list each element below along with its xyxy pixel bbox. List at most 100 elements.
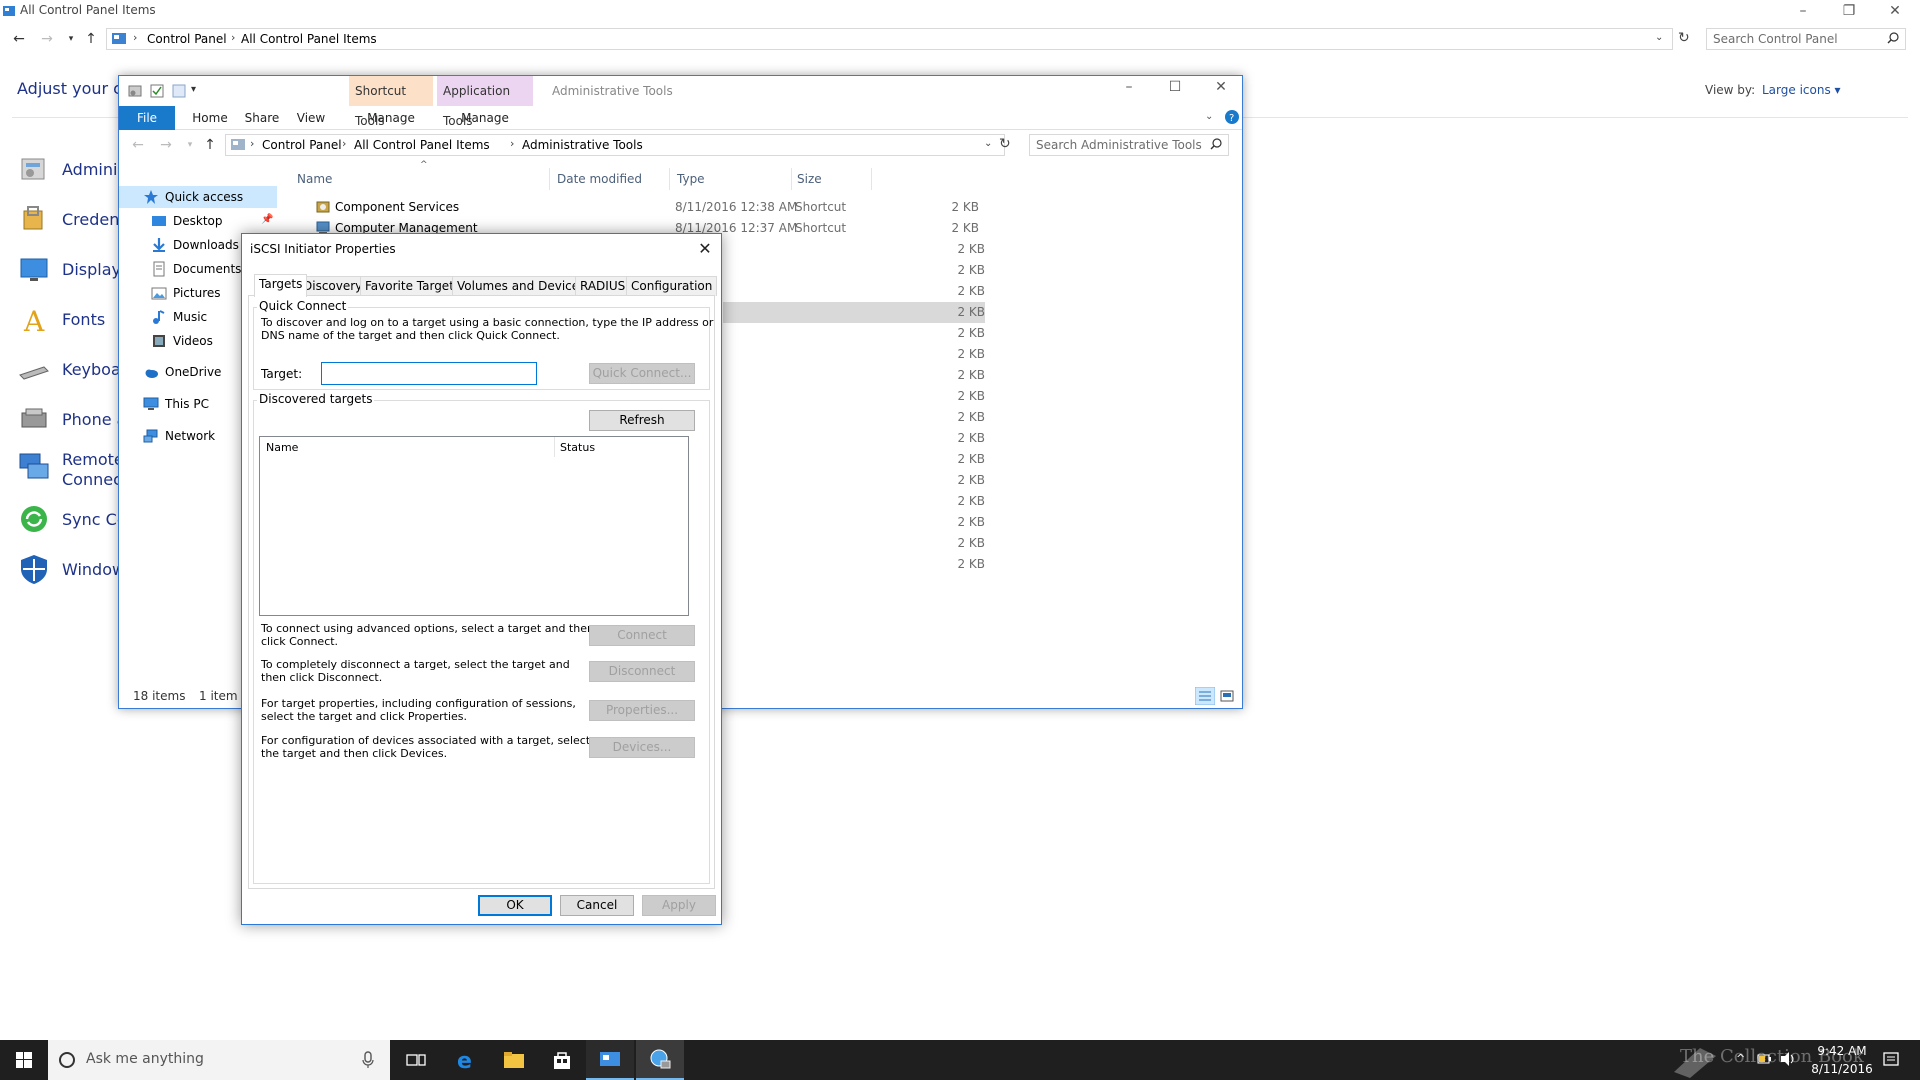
restore-button[interactable]: ❐ — [1826, 0, 1872, 24]
context-tab-shortcut-tools[interactable]: Shortcut Tools — [349, 76, 433, 128]
cancel-button[interactable]: Cancel — [560, 895, 634, 916]
breadcrumb-all-items[interactable]: All Control Panel Items — [241, 32, 377, 46]
cp-search-input[interactable]: Search Control Panel — [1706, 28, 1906, 50]
cp-address-bar[interactable]: › Control Panel › All Control Panel Item… — [106, 28, 1673, 50]
cp-item-credential-manager[interactable]: Credent — [18, 202, 126, 236]
taskbar-file-explorer[interactable] — [490, 1040, 538, 1080]
file-row-component-services[interactable]: Component Services 8/11/2016 12:38 AM Sh… — [295, 197, 985, 218]
ribbon-tab-manage-shortcut[interactable]: Manage — [349, 106, 433, 130]
column-header-size[interactable]: Size — [797, 172, 822, 186]
recent-chevron-icon[interactable]: ▾ — [62, 30, 80, 48]
properties-button[interactable]: Properties... — [589, 700, 695, 721]
pin-icon[interactable]: 📌 — [261, 214, 273, 225]
customize-qat-chevron-icon[interactable]: ▾ — [191, 84, 196, 95]
help-icon[interactable]: ? — [1225, 110, 1239, 124]
refresh-icon[interactable]: ↻ — [999, 136, 1011, 152]
breadcrumb-all-items[interactable]: All Control Panel Items — [354, 138, 490, 152]
minimize-button[interactable]: – — [1106, 76, 1152, 100]
start-button[interactable] — [0, 1040, 48, 1080]
nav-desktop[interactable]: Desktop 📌 — [119, 210, 277, 232]
search-icon[interactable] — [1887, 32, 1899, 44]
forward-arrow-icon[interactable]: → — [157, 136, 175, 154]
show-hidden-icons-chevron-icon[interactable]: ^ — [1736, 1052, 1745, 1065]
target-input[interactable] — [321, 362, 537, 385]
ribbon-tab-view[interactable]: View — [289, 106, 333, 130]
breadcrumb-control-panel[interactable]: Control Panel — [147, 32, 227, 46]
address-dropdown-icon[interactable]: ⌄ — [1655, 32, 1663, 43]
column-separator[interactable] — [549, 168, 550, 190]
large-icons-view-icon[interactable] — [1219, 688, 1235, 704]
column-separator[interactable] — [791, 168, 792, 190]
column-header-date-modified[interactable]: Date modified — [557, 172, 642, 186]
close-button[interactable]: ✕ — [1872, 0, 1918, 24]
cp-item-phone-and-modem[interactable]: Phone a — [18, 402, 126, 436]
list-column-status[interactable]: Status — [560, 441, 595, 454]
microphone-icon[interactable] — [362, 1051, 374, 1069]
cortana-search-box[interactable]: Ask me anything — [48, 1040, 390, 1080]
tab-favorite-targets[interactable]: Favorite Targets — [360, 276, 466, 296]
taskbar-edge[interactable]: e — [442, 1040, 490, 1080]
close-icon[interactable]: ✕ — [694, 238, 716, 260]
ribbon-tab-file[interactable]: File — [119, 106, 175, 130]
tab-discovery[interactable]: Discovery — [298, 276, 368, 296]
properties-icon[interactable] — [149, 83, 165, 99]
connect-button[interactable]: Connect — [589, 625, 695, 646]
search-icon[interactable] — [1210, 138, 1222, 150]
quick-connect-button[interactable]: Quick Connect... — [589, 363, 695, 384]
at-address-bar[interactable]: › Control Panel › All Control Panel Item… — [225, 134, 1005, 156]
task-view-button[interactable] — [392, 1040, 440, 1080]
clock-time[interactable]: 9:42 AM — [1812, 1044, 1872, 1058]
at-search-input[interactable]: Search Administrative Tools — [1029, 134, 1229, 156]
context-tab-application-tools[interactable]: Application Tools — [437, 76, 533, 128]
refresh-button[interactable]: Refresh — [589, 410, 695, 431]
taskbar-control-panel[interactable] — [586, 1040, 634, 1080]
breadcrumb-control-panel[interactable]: Control Panel — [262, 138, 342, 152]
ok-button[interactable]: OK — [478, 895, 552, 916]
ribbon-tab-share[interactable]: Share — [237, 106, 287, 130]
battery-icon[interactable] — [1756, 1051, 1772, 1067]
cp-item-remoteapp[interactable]: Remote Connect — [18, 450, 128, 490]
cp-item-administrative-tools[interactable]: Adminis — [18, 152, 126, 186]
tab-radius[interactable]: RADIUS — [575, 276, 631, 296]
cp-item-keyboard[interactable]: Keyboar — [18, 352, 127, 386]
apply-button[interactable]: Apply — [642, 895, 716, 916]
ribbon-tab-home[interactable]: Home — [185, 106, 235, 130]
recent-chevron-icon[interactable]: ▾ — [181, 136, 199, 154]
cp-item-display[interactable]: Display — [18, 252, 121, 286]
discovered-targets-list[interactable]: Name Status — [259, 436, 689, 616]
minimize-button[interactable]: – — [1780, 0, 1826, 24]
tab-targets[interactable]: Targets — [254, 274, 308, 297]
view-by-dropdown[interactable]: Large icons ▾ — [1762, 83, 1841, 97]
cp-item-windows-defender[interactable]: Window — [18, 552, 125, 586]
cp-item-sync-center[interactable]: Sync Ce — [18, 502, 127, 536]
breadcrumb-administrative-tools[interactable]: Administrative Tools — [522, 138, 643, 152]
taskbar-iscsi-initiator[interactable] — [636, 1040, 684, 1080]
nav-quick-access[interactable]: Quick access — [119, 186, 277, 208]
up-arrow-icon[interactable]: ↑ — [201, 136, 219, 154]
back-arrow-icon[interactable]: ← — [10, 30, 28, 48]
list-column-separator[interactable] — [554, 437, 555, 457]
disconnect-button[interactable]: Disconnect — [589, 661, 695, 682]
new-folder-icon[interactable] — [171, 83, 187, 99]
back-arrow-icon[interactable]: ← — [129, 136, 147, 154]
taskbar-store[interactable] — [538, 1040, 586, 1080]
close-button[interactable]: ✕ — [1198, 76, 1242, 100]
list-column-name[interactable]: Name — [266, 441, 298, 454]
address-dropdown-icon[interactable]: ⌄ — [984, 138, 992, 149]
devices-button[interactable]: Devices... — [589, 737, 695, 758]
up-arrow-icon[interactable]: ↑ — [82, 30, 100, 48]
cp-item-fonts[interactable]: A Fonts — [18, 302, 105, 336]
clock-date[interactable]: 8/11/2016 — [1805, 1062, 1879, 1076]
column-separator[interactable] — [871, 168, 872, 190]
ribbon-expand-chevron-icon[interactable]: ⌄ — [1205, 111, 1213, 122]
forward-arrow-icon[interactable]: → — [38, 30, 56, 48]
column-header-type[interactable]: Type — [677, 172, 705, 186]
tab-volumes-and-devices[interactable]: Volumes and Devices — [452, 276, 591, 296]
tab-configuration[interactable]: Configuration — [626, 276, 718, 296]
action-center-icon[interactable] — [1882, 1051, 1900, 1069]
column-separator[interactable] — [669, 168, 670, 190]
ribbon-tab-manage-application[interactable]: Manage — [437, 106, 533, 130]
maximize-button[interactable]: ☐ — [1152, 76, 1198, 100]
volume-icon[interactable] — [1780, 1051, 1796, 1067]
refresh-icon[interactable]: ↻ — [1678, 30, 1690, 46]
